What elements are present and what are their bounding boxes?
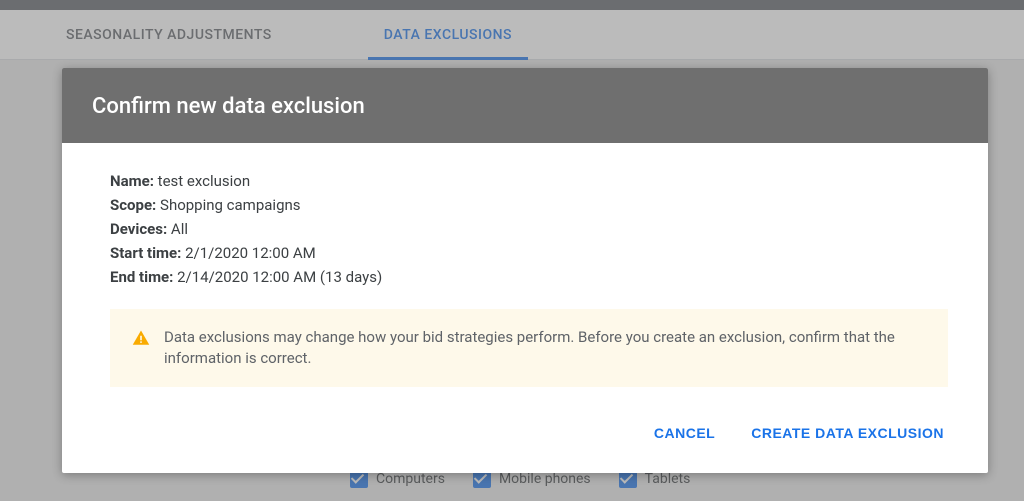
detail-label: Scope:	[110, 196, 156, 214]
dialog-title: Confirm new data exclusion	[92, 94, 958, 119]
cancel-button[interactable]: CANCEL	[650, 417, 719, 449]
detail-label: Start time:	[110, 244, 181, 262]
detail-value: test exclusion	[158, 172, 250, 190]
dialog-header: Confirm new data exclusion	[62, 68, 988, 143]
detail-label: Devices:	[110, 220, 167, 238]
dialog-actions: CANCEL CREATE DATA EXCLUSION	[62, 387, 988, 473]
detail-label: End time:	[110, 268, 173, 286]
dialog-body: Name: test exclusion Scope: Shopping cam…	[62, 143, 988, 387]
confirm-dialog: Confirm new data exclusion Name: test ex…	[62, 68, 988, 473]
detail-value: 2/14/2020 12:00 AM (13 days)	[177, 268, 382, 286]
create-data-exclusion-button[interactable]: CREATE DATA EXCLUSION	[747, 417, 948, 449]
detail-scope: Scope: Shopping campaigns	[110, 193, 948, 217]
detail-value: 2/1/2020 12:00 AM	[185, 244, 316, 262]
detail-end: End time: 2/14/2020 12:00 AM (13 days)	[110, 265, 948, 289]
detail-label: Name:	[110, 172, 154, 190]
detail-devices: Devices: All	[110, 217, 948, 241]
warning-text: Data exclusions may change how your bid …	[164, 327, 926, 369]
warning-icon	[132, 329, 150, 369]
detail-name: Name: test exclusion	[110, 169, 948, 193]
detail-value: All	[171, 220, 188, 238]
detail-start: Start time: 2/1/2020 12:00 AM	[110, 241, 948, 265]
warning-box: Data exclusions may change how your bid …	[110, 309, 948, 387]
detail-value: Shopping campaigns	[160, 196, 301, 214]
